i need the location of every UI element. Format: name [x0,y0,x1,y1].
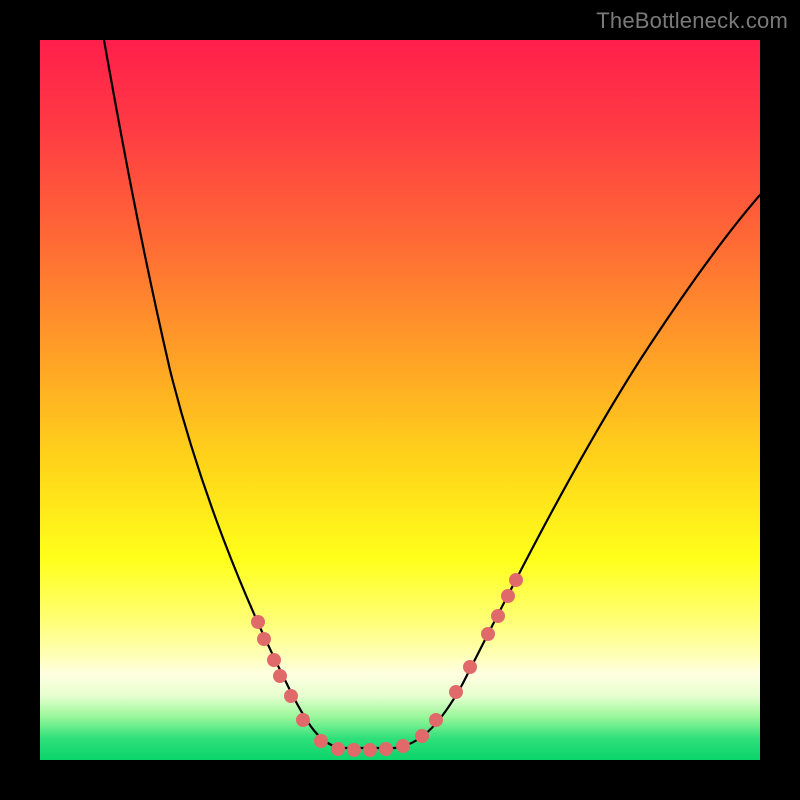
sample-dot [429,713,443,727]
sample-dot [463,660,477,674]
curve-layer [40,40,760,760]
sample-dot [491,609,505,623]
sample-dot [449,685,463,699]
sample-dot [379,742,393,756]
sample-dot [363,743,377,757]
sample-dot [331,742,345,756]
sample-dot [314,734,328,748]
sample-dots-group [251,573,523,757]
sample-dot [509,573,523,587]
plot-area [40,40,760,760]
sample-dot [251,615,265,629]
sample-dot [296,713,310,727]
sample-dot [347,743,361,757]
sample-dot [267,653,281,667]
sample-dot [396,739,410,753]
sample-dot [273,669,287,683]
sample-dot [481,627,495,641]
sample-dot [257,632,271,646]
sample-dot [284,689,298,703]
bottleneck-curve [104,40,760,748]
watermark-text: TheBottleneck.com [596,8,788,34]
chart-frame: TheBottleneck.com [0,0,800,800]
sample-dot [501,589,515,603]
sample-dot [415,729,429,743]
